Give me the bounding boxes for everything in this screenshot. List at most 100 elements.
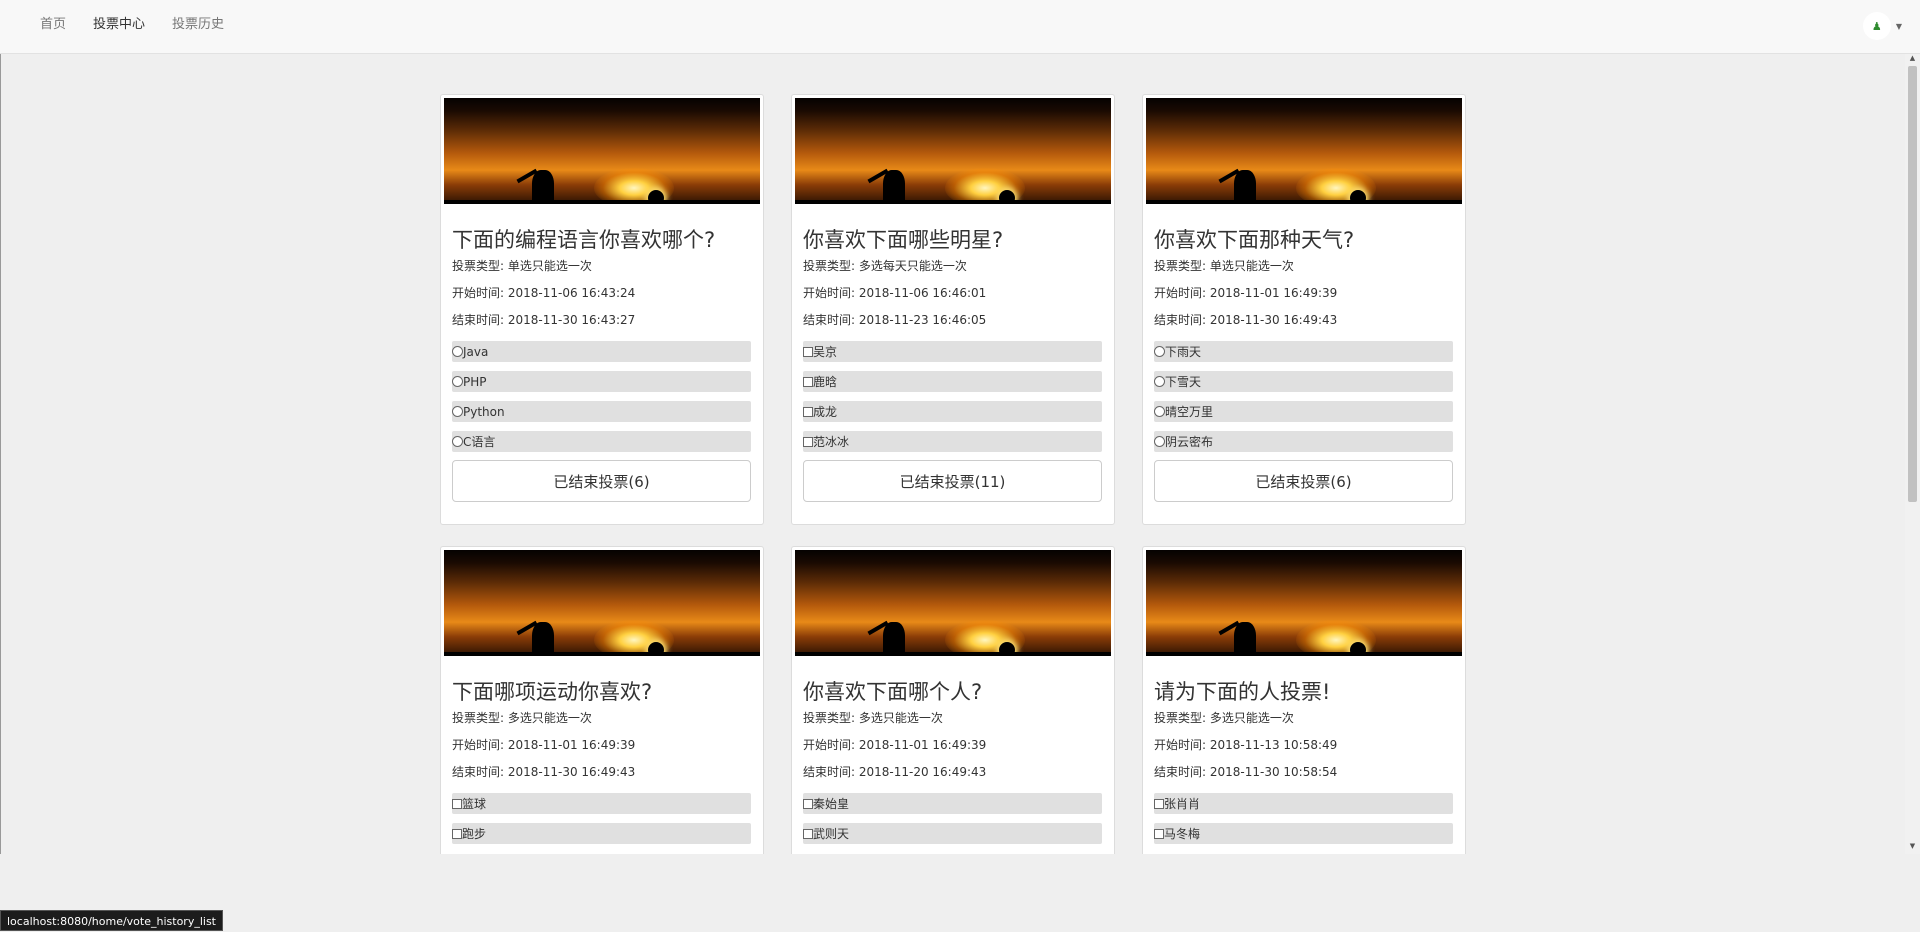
poll-option-label: 马冬梅 xyxy=(1164,827,1201,841)
poll-type-line: 投票类型: 多选只能选一次 xyxy=(452,711,592,725)
poll-options: 秦始皇武则天 xyxy=(803,793,1106,844)
poll-option-label: 吴京 xyxy=(813,345,838,359)
poll-card: 请为下面的人投票! 投票类型: 多选只能选一次 开始时间: 2018-11-13 1… xyxy=(1142,546,1466,854)
banner-hill xyxy=(444,652,760,656)
vote-status-button[interactable]: 已结束投票(11) xyxy=(803,460,1102,502)
poll-option-label: C语言 xyxy=(463,435,496,449)
poll-option[interactable]: 秦始皇 xyxy=(803,793,1102,814)
poll-option[interactable]: 阴云密布 xyxy=(1154,431,1453,452)
checkbox[interactable] xyxy=(803,798,813,809)
poll-option[interactable]: 晴空万里 xyxy=(1154,401,1453,422)
nav-vote-center-link[interactable]: 投票中心 xyxy=(93,13,145,32)
poll-option-label: Python xyxy=(463,404,505,419)
poll-option-label: 阴云密布 xyxy=(1165,435,1214,449)
poll-end-line: 结束时间: 2018-11-30 16:49:43 xyxy=(1154,313,1338,327)
poll-title: 下面的编程语言你喜欢哪个? xyxy=(452,228,716,252)
banner-figure xyxy=(1234,622,1256,656)
poll-title: 你喜欢下面哪个人? xyxy=(803,680,983,704)
poll-option-label: 晴空万里 xyxy=(1165,405,1214,419)
poll-option[interactable]: 篮球 xyxy=(452,793,751,814)
checkbox[interactable] xyxy=(803,828,813,839)
scrollbar-thumb[interactable] xyxy=(1908,66,1917,502)
main-nav: 首页 投票中心 投票历史 xyxy=(40,0,251,44)
radio-button[interactable] xyxy=(452,436,463,447)
radio-button[interactable] xyxy=(1154,346,1165,357)
poll-start-line: 开始时间: 2018-11-06 16:46:01 xyxy=(803,286,987,300)
radio-button[interactable] xyxy=(452,406,463,417)
radio-button[interactable] xyxy=(1154,406,1165,417)
banner-hill xyxy=(444,200,760,204)
banner-hill xyxy=(795,652,1111,656)
radio-button[interactable] xyxy=(1154,376,1165,387)
poll-option[interactable]: 成龙 xyxy=(803,401,1102,422)
poll-option[interactable]: 武则天 xyxy=(803,823,1102,844)
scroll-down-arrow-icon[interactable]: ▼ xyxy=(1905,842,1920,854)
poll-start-line: 开始时间: 2018-11-01 16:49:39 xyxy=(803,738,987,752)
vote-status-button[interactable]: 已结束投票(6) xyxy=(452,460,751,502)
checkbox[interactable] xyxy=(1154,798,1164,809)
checkbox[interactable] xyxy=(452,828,462,839)
poll-option-label: 秦始皇 xyxy=(813,797,850,811)
poll-options: 篮球跑步 xyxy=(452,793,755,844)
radio-button[interactable] xyxy=(452,376,463,387)
poll-end-line: 结束时间: 2018-11-23 16:46:05 xyxy=(803,313,987,327)
poll-option[interactable]: Java xyxy=(452,341,751,362)
poll-banner-image xyxy=(795,98,1111,204)
checkbox[interactable] xyxy=(803,346,813,357)
poll-option[interactable]: PHP xyxy=(452,371,751,392)
poll-option[interactable]: 范冰冰 xyxy=(803,431,1102,452)
poll-banner-image xyxy=(795,550,1111,656)
poll-type-line: 投票类型: 多选每天只能选一次 xyxy=(803,259,967,273)
poll-option-label: 张肖肖 xyxy=(1164,797,1201,811)
poll-option[interactable]: 跑步 xyxy=(452,823,751,844)
poll-title: 你喜欢下面哪些明星? xyxy=(803,228,1004,252)
radio-button[interactable] xyxy=(1154,436,1165,447)
poll-card: 下面哪项运动你喜欢? 投票类型: 多选只能选一次 开始时间: 2018-11-01 … xyxy=(440,546,764,854)
vertical-scrollbar[interactable]: ▲ ▼ xyxy=(1905,54,1920,854)
poll-title: 你喜欢下面那种天气? xyxy=(1154,228,1355,252)
poll-option-label: 成龙 xyxy=(813,405,838,419)
vote-status-button[interactable]: 已结束投票(6) xyxy=(1154,460,1453,502)
poll-type-line: 投票类型: 多选只能选一次 xyxy=(803,711,943,725)
checkbox[interactable] xyxy=(803,406,813,417)
checkbox[interactable] xyxy=(803,436,813,447)
poll-option[interactable]: 鹿晗 xyxy=(803,371,1102,392)
content-viewport: 下面的编程语言你喜欢哪个? 投票类型: 单选只能选一次 开始时间: 2018-11-… xyxy=(0,54,1905,854)
checkbox[interactable] xyxy=(1154,828,1164,839)
user-avatar-icon[interactable]: ♟ xyxy=(1862,12,1891,40)
poll-option[interactable]: 下雨天 xyxy=(1154,341,1453,362)
poll-start-line: 开始时间: 2018-11-06 16:43:24 xyxy=(452,286,636,300)
poll-options: Java PHP Python C语言 xyxy=(452,341,755,452)
nav-home-link[interactable]: 首页 xyxy=(40,13,66,32)
banner-figure xyxy=(532,170,554,204)
poll-banner-image xyxy=(1146,98,1462,204)
poll-card: 你喜欢下面哪个人? 投票类型: 多选只能选一次开始时间: 2018-11-01 1… xyxy=(791,546,1115,854)
poll-type-line: 投票类型: 多选只能选一次 xyxy=(1154,711,1294,725)
banner-figure xyxy=(532,622,554,656)
browser-status-url: localhost:8080/home/vote_history_list xyxy=(0,910,223,931)
poll-option[interactable]: 吴京 xyxy=(803,341,1102,362)
poll-option-label: 下雨天 xyxy=(1165,345,1202,359)
poll-option[interactable]: 下雪天 xyxy=(1154,371,1453,392)
poll-option-label: PHP xyxy=(463,374,487,389)
poll-end-line: 结束时间: 2018-11-30 16:49:43 xyxy=(452,765,636,779)
user-menu-toggle[interactable]: ♟ ▼ xyxy=(1862,12,1902,40)
poll-end-line: 结束时间: 2018-11-30 10:58:54 xyxy=(1154,765,1338,779)
banner-hill xyxy=(1146,200,1462,204)
radio-button[interactable] xyxy=(452,346,463,357)
poll-option[interactable]: C语言 xyxy=(452,431,751,452)
poll-card: 你喜欢下面那种天气? 投票类型: 单选只能选一次 开始时间: 2018-11-01 … xyxy=(1142,94,1466,525)
checkbox[interactable] xyxy=(803,376,813,387)
poll-title: 请为下面的人投票! xyxy=(1154,680,1331,704)
poll-option[interactable]: 马冬梅 xyxy=(1154,823,1453,844)
poll-option-label: 跑步 xyxy=(462,827,487,841)
nav-vote-history-link[interactable]: 投票历史 xyxy=(172,13,224,32)
checkbox[interactable] xyxy=(452,798,462,809)
poll-start-line: 开始时间: 2018-11-01 16:49:39 xyxy=(1154,286,1338,300)
poll-banner-image xyxy=(444,550,760,656)
banner-hill xyxy=(1146,652,1462,656)
poll-option[interactable]: Python xyxy=(452,401,751,422)
poll-option[interactable]: 张肖肖 xyxy=(1154,793,1453,814)
poll-card: 你喜欢下面哪些明星? 投票类型: 多选每天只能选一次开始时间: 2018-11-0… xyxy=(791,94,1115,525)
scroll-up-arrow-icon[interactable]: ▲ xyxy=(1905,54,1920,66)
